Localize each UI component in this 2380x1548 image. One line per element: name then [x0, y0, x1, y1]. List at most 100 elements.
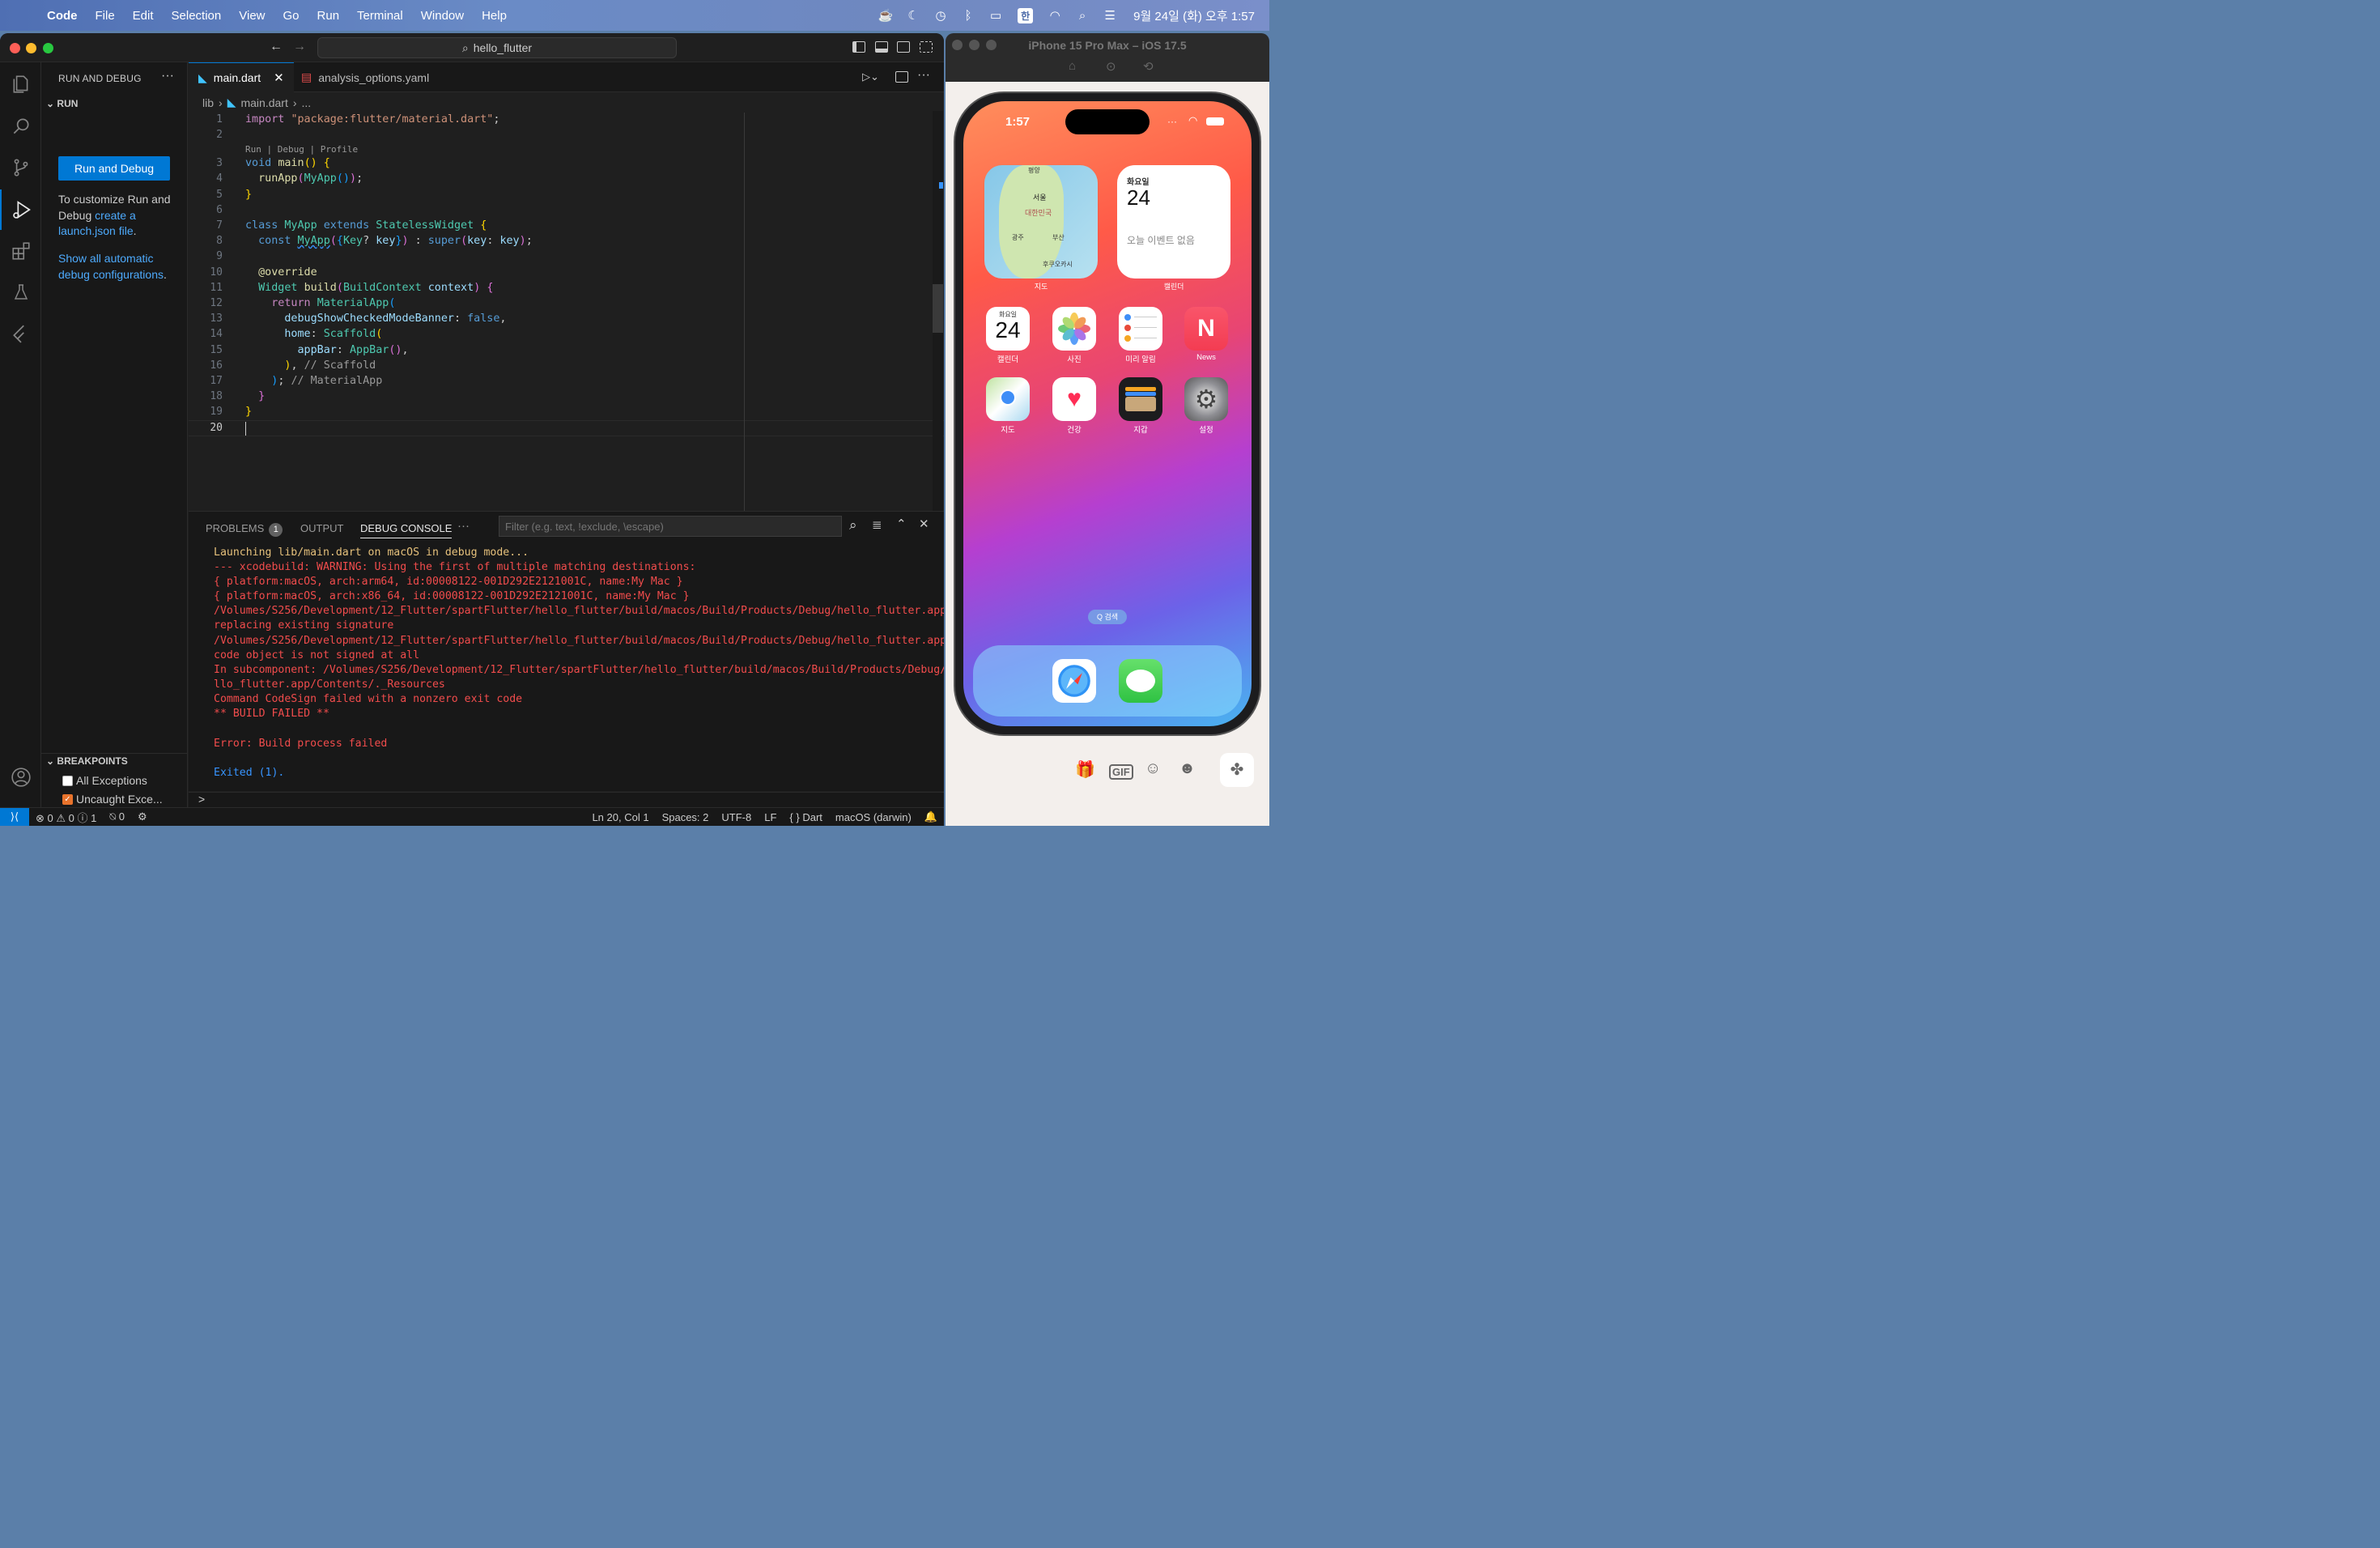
problems-status[interactable]: ⊗ 0 ⚠ 0 ⓘ 1	[29, 810, 103, 825]
more-actions-icon[interactable]: ···	[917, 68, 930, 83]
codelens-run-debug-profile[interactable]: Run | Debug | Profile	[245, 144, 358, 155]
run-section-header[interactable]: ⌄ RUN	[46, 98, 78, 109]
breakpoint-all-exceptions[interactable]: All Exceptions	[62, 774, 147, 787]
coffee-icon[interactable]: ☕	[872, 8, 899, 23]
flutter-icon[interactable]	[0, 313, 41, 354]
indentation[interactable]: Spaces: 2	[656, 811, 716, 823]
debug-console-input[interactable]: >	[189, 792, 944, 808]
health-icon[interactable]: ♥	[1052, 377, 1096, 421]
tab-debug-console[interactable]: DEBUG CONSOLE	[360, 522, 453, 538]
forward-arrow-icon[interactable]: →	[293, 40, 306, 54]
maximize-panel-icon[interactable]: ⌃	[896, 517, 907, 531]
customize-layout-icon[interactable]	[920, 41, 933, 53]
apps-grid-icon[interactable]: ✤	[1220, 753, 1254, 787]
find-icon[interactable]: ⌕	[849, 517, 857, 534]
toggle-primary-sidebar-icon[interactable]	[852, 41, 865, 53]
menu-view[interactable]: View	[230, 9, 274, 23]
notifications-bell-icon[interactable]: 🔔	[918, 810, 944, 823]
code-editor[interactable]: 1 2 3 4 5 6 7 8 9 10 11 12 13 14 15 16 1…	[189, 111, 933, 512]
iphone-screen[interactable]: 1:57 ··· ◠ 평양 서울 대한민국 광주 부산 후쿠오카시 지도 화요일…	[963, 101, 1252, 726]
checkbox-checked[interactable]: ✓	[62, 793, 73, 805]
menu-file[interactable]: File	[87, 9, 124, 23]
show-all-configurations-link[interactable]: Show all automatic debug configurations	[58, 252, 164, 281]
explorer-icon[interactable]	[0, 64, 41, 104]
settings-icon[interactable]: ⚙	[1184, 377, 1228, 421]
menu-app-name[interactable]: Code	[45, 9, 87, 23]
home-icon[interactable]: ⌂	[1069, 59, 1076, 73]
calendar-widget[interactable]: 화요일 24 오늘 이벤트 없음	[1117, 165, 1230, 279]
gif-icon[interactable]: GIF	[1109, 764, 1133, 780]
run-and-debug-button[interactable]: Run and Debug	[58, 156, 170, 181]
menubar-clock[interactable]: 9월 24일 (화) 오후 1:57	[1124, 7, 1255, 24]
target-device[interactable]: macOS (darwin)	[829, 811, 918, 823]
breadcrumb-symbols[interactable]: ...	[302, 96, 312, 109]
home-search-pill[interactable]: Q 검색	[1088, 610, 1127, 624]
back-arrow-icon[interactable]: ←	[270, 40, 283, 54]
maps-icon[interactable]	[986, 377, 1030, 421]
menu-go[interactable]: Go	[274, 9, 308, 23]
menu-help[interactable]: Help	[473, 9, 516, 23]
more-actions-icon[interactable]: ···	[161, 69, 174, 83]
breakpoint-uncaught-exceptions[interactable]: ✓ Uncaught Exce...	[62, 793, 163, 806]
control-center-icon[interactable]: ☰	[1096, 8, 1124, 23]
accounts-icon[interactable]	[0, 757, 41, 797]
more-tabs-icon[interactable]: ···	[457, 519, 470, 533]
wallet-icon[interactable]	[1119, 377, 1162, 421]
messages-icon[interactable]	[1119, 659, 1162, 703]
testing-flask-icon[interactable]	[0, 272, 41, 313]
zoom-window-button[interactable]	[43, 43, 53, 53]
close-window-button[interactable]	[10, 43, 20, 53]
wifi-icon[interactable]: ◠	[1041, 8, 1069, 23]
maps-widget[interactable]: 평양 서울 대한민국 광주 부산 후쿠오카시	[984, 165, 1098, 279]
cursor-position[interactable]: Ln 20, Col 1	[585, 811, 655, 823]
tab-main-dart[interactable]: ◣ main.dart ✕	[189, 62, 294, 92]
close-panel-icon[interactable]: ✕	[919, 517, 929, 531]
debug-status-icon[interactable]: ⚙	[131, 810, 154, 823]
menu-edit[interactable]: Edit	[124, 9, 163, 23]
rotate-icon[interactable]: ⟲	[1143, 59, 1154, 74]
debug-console-filter-input[interactable]	[499, 516, 842, 537]
tab-output[interactable]: OUTPUT	[300, 522, 343, 534]
spotlight-search-icon[interactable]: ⌕	[1069, 9, 1096, 23]
language-mode[interactable]: { } Dart	[783, 811, 828, 823]
menu-window[interactable]: Window	[412, 9, 473, 23]
end-of-line[interactable]: LF	[758, 811, 783, 823]
sticker-icon[interactable]: ☺	[1145, 759, 1161, 778]
battery-icon[interactable]: ▭	[982, 8, 1009, 23]
encoding[interactable]: UTF-8	[715, 811, 758, 823]
gift-icon[interactable]: 🎁	[1075, 759, 1095, 780]
close-tab-icon[interactable]: ✕	[274, 70, 284, 85]
run-and-debug-icon[interactable]	[0, 189, 41, 230]
safari-icon[interactable]	[1052, 659, 1096, 703]
moon-icon[interactable]: ☾	[899, 8, 927, 23]
breadcrumb-main-dart[interactable]: main.dart	[240, 96, 287, 109]
breakpoints-section-header[interactable]: ⌄ BREAKPOINTS	[46, 755, 128, 767]
command-center-search[interactable]: ⌕ hello_flutter	[317, 37, 677, 58]
bluetooth-icon[interactable]: ᛒ	[954, 9, 982, 23]
toggle-secondary-sidebar-icon[interactable]	[897, 41, 910, 53]
clear-console-icon[interactable]: ≣	[872, 517, 882, 532]
menu-terminal[interactable]: Terminal	[348, 9, 412, 23]
news-icon[interactable]: N	[1184, 307, 1228, 351]
run-file-icon[interactable]: ▷⌄	[862, 70, 879, 83]
input-method-indicator[interactable]: 한	[1018, 7, 1034, 23]
breadcrumb-lib[interactable]: lib	[202, 96, 214, 109]
tab-problems[interactable]: PROBLEMS 1	[206, 522, 283, 537]
toggle-panel-icon[interactable]	[875, 41, 888, 53]
photos-icon[interactable]	[1052, 307, 1096, 351]
reminders-icon[interactable]	[1119, 307, 1162, 351]
emoji-icon[interactable]: ☻	[1179, 759, 1196, 778]
time-machine-icon[interactable]: ◷	[927, 8, 954, 23]
checkbox[interactable]	[62, 775, 73, 786]
split-editor-icon[interactable]	[895, 71, 908, 83]
screenshot-icon[interactable]: ⊙	[1106, 59, 1116, 74]
extensions-icon[interactable]	[0, 231, 41, 271]
ports-status[interactable]: ⍉ 0	[103, 810, 131, 823]
source-control-icon[interactable]	[0, 147, 41, 188]
calendar-icon[interactable]: 화요일 24	[986, 307, 1030, 351]
minimize-window-button[interactable]	[26, 43, 36, 53]
menu-selection[interactable]: Selection	[163, 9, 231, 23]
tab-analysis-options[interactable]: ▤ analysis_options.yaml	[291, 62, 439, 92]
menu-run[interactable]: Run	[308, 9, 349, 23]
remote-indicator-icon[interactable]: ⟩⟨	[0, 807, 29, 826]
